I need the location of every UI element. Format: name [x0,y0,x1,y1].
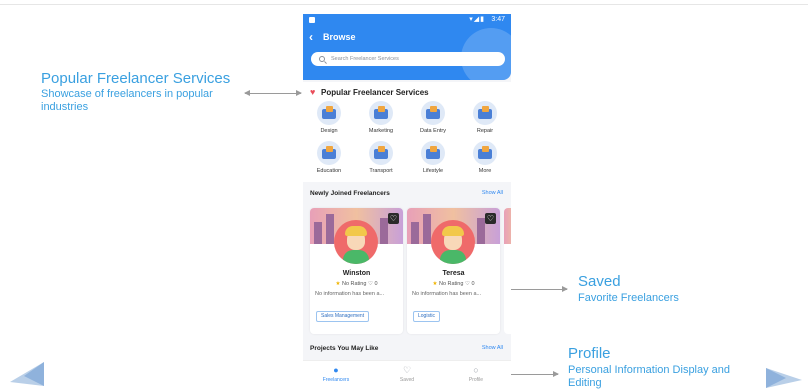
heart-icon: ♡ [402,365,412,375]
annotation-profile-subtitle: Personal Information Display and Editing [568,364,731,389]
category-transport[interactable]: Transport [361,141,401,174]
projects-title: Projects You May Like [310,345,379,352]
page-title: Browse [323,32,356,42]
heart-outline-icon: ♡ [464,281,470,287]
profile-icon: ○ [473,365,479,375]
person-icon: ● [333,365,339,375]
repair-icon [473,101,497,125]
category-education[interactable]: Education [309,141,349,174]
skill-tag: Logistic [413,311,440,322]
more-icon [473,141,497,165]
tab-label: Saved [399,377,415,383]
tab-freelancers[interactable]: ● Freelancers [311,365,361,383]
annotation-popular-subtitle: Showcase of freelancers in popular indus… [41,88,213,113]
arrow-popular [244,90,302,96]
phone-screen: ▾◢▮ 3:47 ‹ Browse Search Freelancer Serv… [303,14,511,390]
category-lifestyle[interactable]: Lifestyle [413,141,453,174]
category-label: Lifestyle [422,168,444,174]
transport-icon [369,141,393,165]
category-label: Data Entry [420,128,446,134]
browse-header: ▾◢▮ 3:47 ‹ Browse Search Freelancer Serv… [303,14,511,80]
prev-slide-icon[interactable] [6,360,46,388]
status-bar: ▾◢▮ 3:47 [303,14,511,26]
freelancer-card-teresa[interactable]: ♡ Teresa ★ No Rating ♡ 0 No information … [407,208,500,334]
notification-icon [309,17,315,23]
lifestyle-icon [421,141,445,165]
freelancer-card-partial[interactable] [504,208,511,334]
newly-joined-header: Newly Joined Freelancers Show All [303,185,511,203]
annotation-profile: Profile Personal Information Display and… [568,345,768,390]
bottom-tab-bar: ● Freelancers ♡ Saved ○ Profile [303,360,511,390]
category-more[interactable]: More [465,141,505,174]
star-icon: ★ [432,281,438,287]
projects-header: Projects You May Like Show All [303,340,511,358]
category-label: Marketing [368,128,394,134]
popular-services-section: ♥ Popular Freelancer Services Design Mar… [303,82,511,182]
newly-joined-title: Newly Joined Freelancers [310,190,390,197]
annotation-saved: Saved Favorite Freelancers [578,273,778,305]
annotation-profile-title: Profile [568,345,611,362]
status-time: 3:47 [491,16,505,23]
favorite-heart-icon[interactable]: ♡ [485,213,496,224]
category-label: Education [316,168,342,174]
category-label: Transport [369,168,393,174]
heart-icon: ♥ [310,87,316,97]
heart-outline-icon: ♡ [367,281,373,287]
tab-label: Freelancers [322,377,350,383]
marketing-icon [369,101,393,125]
newly-joined-show-all[interactable]: Show All [482,190,503,196]
annotation-saved-title: Saved [578,273,621,290]
freelancer-rating: ★ No Rating ♡ 0 [310,281,403,287]
annotation-saved-subtitle: Favorite Freelancers [578,292,679,304]
category-label: Repair [476,128,494,134]
tab-saved[interactable]: ♡ Saved [382,365,432,383]
freelancer-rating: ★ No Rating ♡ 0 [407,281,500,287]
likes-count: 0 [374,281,378,287]
likes-count: 0 [471,281,475,287]
category-marketing[interactable]: Marketing [361,101,401,134]
category-label: Design [320,128,338,134]
star-icon: ★ [335,281,341,287]
freelancer-name: Winston [342,270,371,277]
projects-show-all[interactable]: Show All [482,345,503,351]
avatar [334,220,378,264]
tab-profile[interactable]: ○ Profile [451,365,501,383]
search-placeholder: Search Freelancer Services [331,56,399,62]
top-divider [0,4,808,5]
category-data-entry[interactable]: Data Entry [413,101,453,134]
favorite-heart-icon[interactable]: ♡ [388,213,399,224]
data-entry-icon [421,101,445,125]
next-slide-icon[interactable] [764,366,804,390]
annotation-popular-title: Popular Freelancer Services [41,70,231,87]
category-label: More [478,168,492,174]
tab-label: Profile [468,377,484,383]
skill-tag: Sales Management [316,311,370,322]
search-input[interactable]: Search Freelancer Services [311,52,505,66]
signal-icons: ▾◢▮ [469,16,485,23]
annotation-popular: Popular Freelancer Services Showcase of … [41,70,241,114]
rating-text: No Rating [438,281,464,287]
popular-services-title: Popular Freelancer Services [321,88,429,97]
design-icon [317,101,341,125]
freelancer-info: No information has been a... [315,291,385,297]
education-icon [317,141,341,165]
avatar [431,220,475,264]
search-icon [319,56,325,62]
freelancer-name: Teresa [442,270,465,277]
category-design[interactable]: Design [309,101,349,134]
category-repair[interactable]: Repair [465,101,505,134]
chevron-left-icon[interactable]: ‹ [309,30,313,44]
rating-text: No Rating [341,281,367,287]
freelancer-info: No information has been a... [412,291,482,297]
freelancer-card-winston[interactable]: ♡ Winston ★ No Rating ♡ 0 No information… [310,208,403,334]
